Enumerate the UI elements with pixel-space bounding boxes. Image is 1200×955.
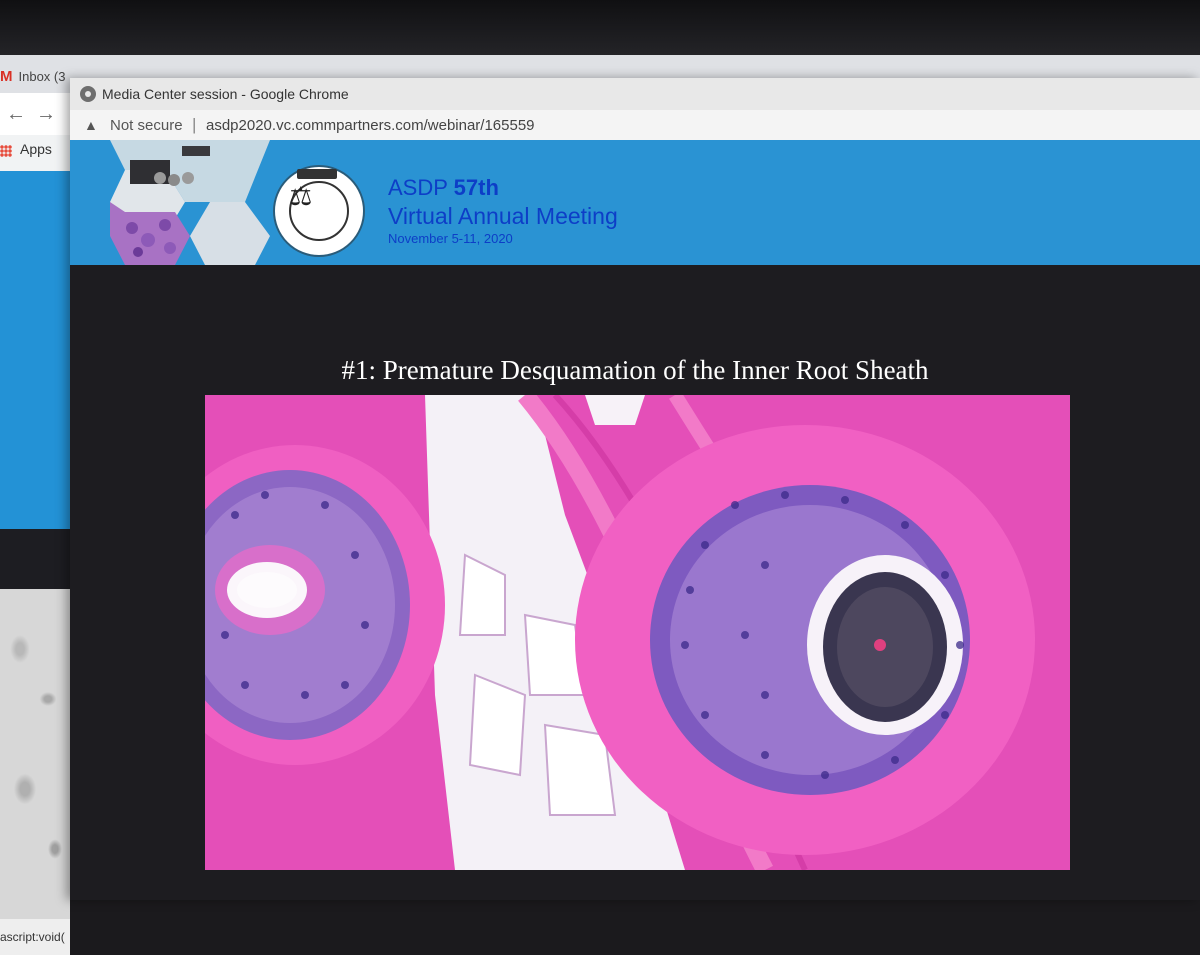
presentation-slide: #1: Premature Desquamation of the Inner …: [70, 265, 1200, 900]
background-micrograph-thumbnail: [0, 589, 70, 919]
back-arrow-icon[interactable]: ←: [6, 103, 26, 126]
monitor-bezel: [0, 0, 1200, 62]
asdp-society-seal: ⚖: [273, 165, 365, 257]
histology-image: [205, 395, 1070, 870]
seal-emblem-icon: ⚖: [289, 181, 313, 211]
url-text[interactable]: asdp2020.vc.commpartners.com/webinar/165…: [206, 117, 535, 134]
address-bar[interactable]: ▲ Not secure | asdp2020.vc.commpartners.…: [70, 110, 1200, 141]
banner-subtitle: Virtual Annual Meeting: [388, 203, 618, 229]
slide-title: #1: Premature Desquamation of the Inner …: [341, 355, 929, 385]
banner-title-prefix: ASDP: [388, 175, 448, 200]
tab-inbox[interactable]: M Inbox (3: [0, 63, 65, 89]
apps-grid-icon[interactable]: [0, 145, 12, 157]
banner-title: ASDP 57th: [388, 175, 499, 201]
banner-dates: November 5-11, 2020: [388, 231, 513, 246]
banner-hex-images: [70, 140, 270, 265]
tab-label: Inbox (3: [18, 68, 66, 84]
forward-arrow-icon[interactable]: →: [36, 103, 56, 126]
window-title: Media Center session - Google Chrome: [102, 86, 349, 102]
media-center-popup-window: Media Center session - Google Chrome ▲ N…: [70, 78, 1200, 900]
background-page-gap: [0, 529, 70, 589]
address-separator: |: [192, 115, 197, 134]
gmail-icon: M: [0, 67, 13, 85]
apps-bookmark[interactable]: Apps: [20, 141, 52, 157]
background-page-banner: [0, 171, 70, 529]
banner-title-edition: 57th: [453, 175, 499, 200]
window-titlebar[interactable]: Media Center session - Google Chrome: [70, 78, 1200, 110]
security-label[interactable]: Not secure: [110, 117, 183, 134]
status-bar-url: ascript:void(: [0, 919, 70, 955]
asdp-banner: ⚖ ASDP 57th Virtual Annual Meeting Novem…: [70, 140, 1200, 265]
chrome-icon: [80, 86, 96, 102]
background-toolbar: ← →: [0, 93, 80, 135]
warning-triangle-icon[interactable]: ▲: [84, 117, 98, 133]
seal-banner: [297, 169, 337, 179]
